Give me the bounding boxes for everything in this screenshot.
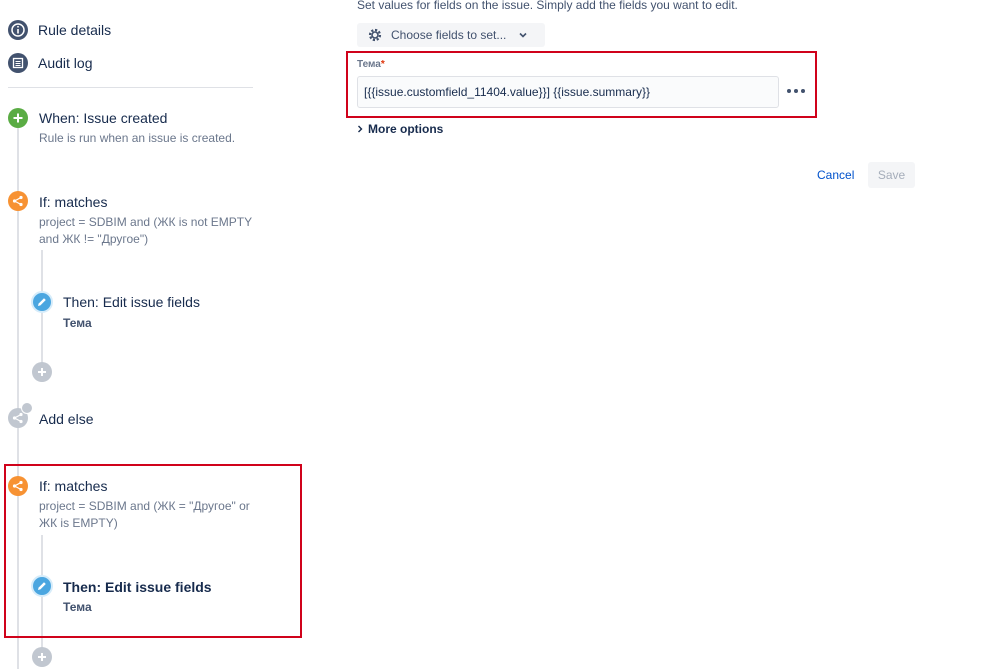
pencil-icon [31,291,53,313]
more-options-toggle[interactable]: More options [357,122,443,136]
step-cond1-desc-2: and ЖК != "Другое") [39,232,149,246]
field-label-text: Тема [357,59,381,70]
step-add-else[interactable]: Add else [39,411,93,427]
step-trigger-desc: Rule is run when an issue is created. [39,131,236,145]
required-mark: * [380,59,385,70]
step-cond1-desc-1: project = SDBIM and (ЖК is not EMPTY [39,215,253,229]
nav-rule-details[interactable]: Rule details [38,22,111,38]
step-cond2-desc-2: ЖК is EMPTY) [39,516,118,530]
step-cond2-title[interactable]: If: matches [39,478,107,494]
more-actions-icon[interactable] [787,87,807,95]
chevron-down-icon [518,30,528,40]
add-step-icon[interactable] [32,362,52,382]
branch-icon [8,476,28,496]
field-label: Тема* [357,59,385,70]
info-icon [8,20,28,40]
chevron-right-icon [357,125,363,133]
branch-icon [8,191,28,211]
sidebar-divider [8,87,253,88]
step-action2-title[interactable]: Then: Edit issue fields [63,579,212,595]
intro-text: Set values for fields on the issue. Simp… [357,0,738,12]
step-action2-sub: Тема [63,600,92,614]
step-action1-sub: Тема [63,316,92,330]
save-button[interactable]: Save [868,162,915,188]
choose-fields-label: Choose fields to set... [391,28,507,42]
choose-fields-button[interactable]: Choose fields to set... [357,23,545,47]
step-cond1-title[interactable]: If: matches [39,194,107,210]
tema-field-input[interactable]: [{{issue.customfield_11404.value}}] {{is… [357,76,779,108]
step-trigger-title[interactable]: When: Issue created [39,110,167,126]
add-else-badge-icon [21,402,33,414]
plus-icon [8,108,28,128]
more-options-label: More options [368,122,444,136]
step-cond2-desc-1: project = SDBIM and (ЖК = "Другое" or [39,499,250,513]
step-action1-title[interactable]: Then: Edit issue fields [63,294,200,310]
nav-audit-log[interactable]: Audit log [38,55,92,71]
gear-icon [367,27,383,43]
pencil-icon [31,575,53,597]
list-icon [8,53,28,73]
cancel-button[interactable]: Cancel [817,168,854,182]
add-step-icon[interactable] [32,647,52,667]
